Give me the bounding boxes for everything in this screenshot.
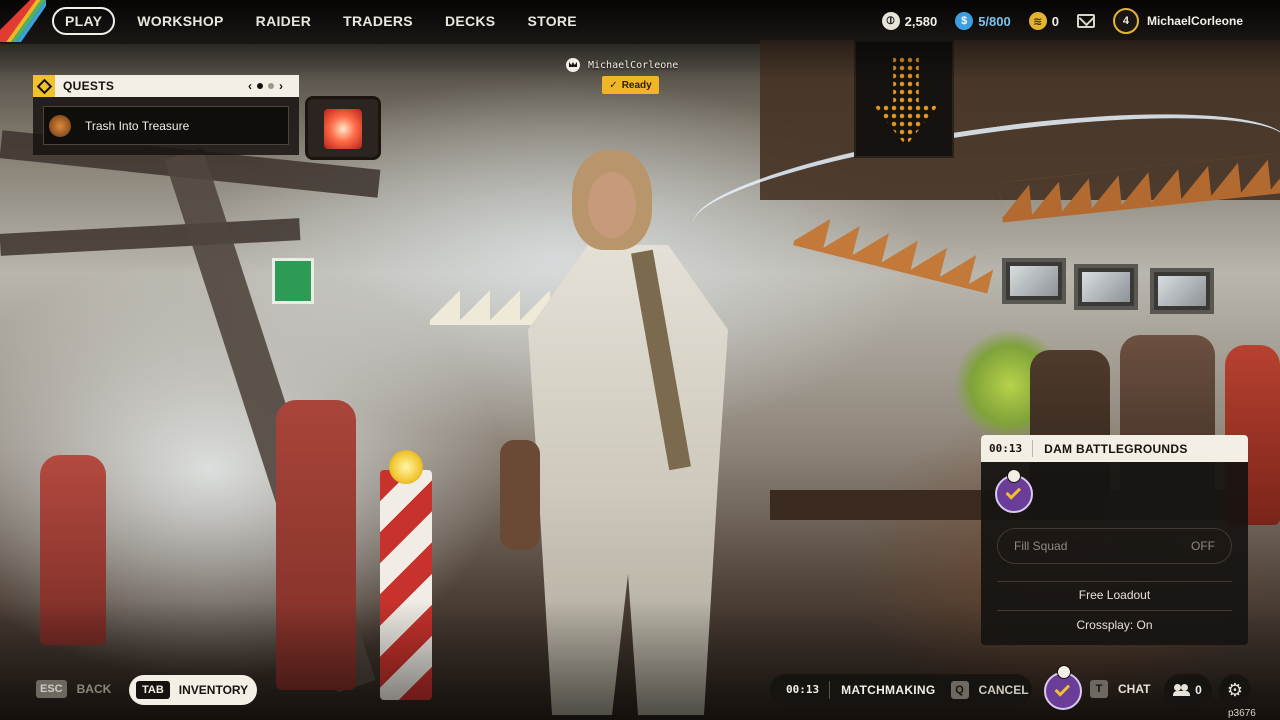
quests-panel: QUESTS ‹ › Trash Into Treasure <box>33 75 299 155</box>
page-dot <box>268 83 274 89</box>
friends-icon <box>1173 684 1191 696</box>
inventory-button[interactable]: TAB INVENTORY <box>129 675 257 705</box>
fill-squad-value: OFF <box>1191 539 1215 553</box>
tokens-amount: 0 <box>1051 13 1059 29</box>
back-button[interactable]: ESC BACK <box>36 680 111 698</box>
player-avatar[interactable] <box>1044 665 1082 710</box>
brand-stripes-icon <box>0 0 46 42</box>
ready-check-icon <box>1054 681 1071 697</box>
matchmaking-bar-timer: 00:13 <box>770 681 831 699</box>
divider <box>997 610 1232 611</box>
coins-amount: 2,580 <box>904 13 938 29</box>
check-icon: ✓ <box>609 79 618 91</box>
nav-raider[interactable]: RAIDER <box>240 7 327 35</box>
quest-thumbnail <box>49 114 71 137</box>
main-nav: PLAY WORKSHOP RAIDER TRADERS DECKS STORE <box>52 7 593 35</box>
monitor <box>1150 268 1214 314</box>
crown-icon <box>566 58 580 72</box>
exit-sign <box>272 258 314 304</box>
friends-count: 0 <box>1195 683 1202 697</box>
currency-bar: ⦶ 2,580 $ 5/800 ≋ 0 4 MichaelCorleone <box>881 7 1280 35</box>
nav-workshop[interactable]: WORKSHOP <box>121 7 239 35</box>
quests-header: QUESTS ‹ › <box>33 75 299 97</box>
matchmaking-panel: 00:13 DAM BATTLEGROUNDS Fill Squad OFF F… <box>981 435 1248 645</box>
divider <box>997 581 1232 582</box>
map-name: DAM BATTLEGROUNDS <box>1044 441 1188 456</box>
crown-icon <box>1057 665 1071 679</box>
nav-decks[interactable]: DECKS <box>429 7 512 35</box>
quest-label: Trash Into Treasure <box>85 118 190 133</box>
ready-check-icon <box>1005 484 1022 500</box>
q-key-hint: Q <box>950 681 969 699</box>
nav-play[interactable]: PLAY <box>52 7 116 35</box>
mail-icon[interactable] <box>1076 14 1095 28</box>
loadout-option[interactable]: Free Loadout <box>981 588 1248 602</box>
gear-icon: ⚙ <box>1226 679 1244 700</box>
nav-store[interactable]: STORE <box>511 7 592 35</box>
coins-currency[interactable]: ⦶ 2,580 <box>881 12 938 30</box>
fill-squad-toggle[interactable]: Fill Squad OFF <box>997 528 1232 564</box>
pole-lamp <box>389 450 423 484</box>
fill-squad-label: Fill Squad <box>1014 539 1068 553</box>
chevron-right-icon[interactable]: › <box>279 79 283 93</box>
matchmaking-status: MATCHMAKING <box>841 683 936 697</box>
matchmaking-timer: 00:13 <box>981 440 1034 457</box>
ready-label: Ready <box>621 79 652 91</box>
settings-button[interactable]: ⚙ <box>1219 674 1251 706</box>
cancel-button[interactable]: CANCEL <box>979 683 1029 697</box>
scaffold-beam <box>0 218 301 256</box>
page-dot-active <box>257 83 263 89</box>
quests-title: QUESTS <box>63 79 115 93</box>
profile-name: MichaelCorleone <box>1146 14 1243 28</box>
nav-traders[interactable]: TRADERS <box>327 7 429 35</box>
credits-amount: 5/800 <box>978 13 1011 29</box>
squad-member-avatar[interactable] <box>995 469 1033 513</box>
tokens-currency[interactable]: ≋ 0 <box>1028 12 1059 30</box>
credits-currency[interactable]: $ 5/800 <box>955 12 1011 30</box>
tokens-icon: ≋ <box>1028 12 1047 30</box>
level-badge: 4 <box>1112 8 1139 34</box>
coins-icon: ⦶ <box>881 12 900 30</box>
quest-item[interactable]: Trash Into Treasure <box>43 106 289 145</box>
red-lamp <box>305 96 381 160</box>
monitor <box>1074 264 1138 310</box>
crossplay-option[interactable]: Crossplay: On <box>981 618 1248 632</box>
quest-diamond-icon <box>33 75 55 97</box>
credits-icon: $ <box>955 12 974 30</box>
chat-label: CHAT <box>1118 682 1151 696</box>
tab-key-hint: TAB <box>136 681 170 699</box>
friends-button[interactable]: 0 <box>1164 674 1212 706</box>
esc-key-hint: ESC <box>36 680 67 698</box>
crown-icon <box>1007 469 1021 483</box>
chat-button[interactable]: T CHAT <box>1090 680 1150 698</box>
t-key-hint: T <box>1090 680 1108 698</box>
matchmaking-header: 00:13 DAM BATTLEGROUNDS <box>981 435 1248 462</box>
ready-badge: ✓ Ready <box>602 76 659 94</box>
top-nav-bar: PLAY WORKSHOP RAIDER TRADERS DECKS STORE… <box>0 0 1280 42</box>
build-id: p3676 <box>1228 708 1256 719</box>
back-label: BACK <box>76 682 112 696</box>
player-profile[interactable]: 4 MichaelCorleone <box>1112 8 1243 34</box>
chevron-left-icon[interactable]: ‹ <box>248 79 252 93</box>
party-member-name: MichaelCorleone <box>588 59 679 71</box>
matchmaking-status-bar: 00:13 MATCHMAKING Q CANCEL <box>770 674 1032 706</box>
monitor <box>1002 258 1066 304</box>
inventory-label: INVENTORY <box>178 683 249 697</box>
party-member-tag: MichaelCorleone ✓ Ready <box>566 58 678 94</box>
quests-pager: ‹ › <box>248 75 283 97</box>
